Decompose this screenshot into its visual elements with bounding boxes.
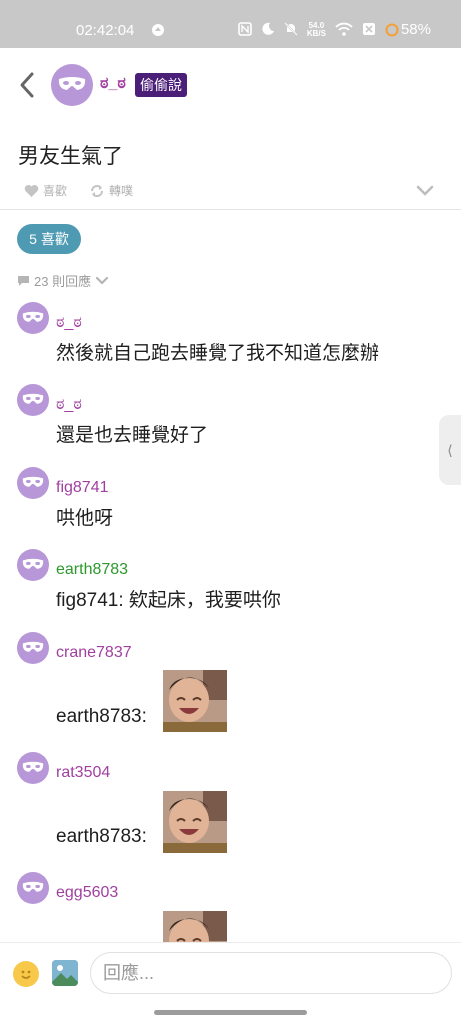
post-title: 男友生氣了: [18, 145, 123, 168]
commenter-avatar[interactable]: [17, 302, 49, 334]
reply-count-label: 23 則回應: [34, 274, 92, 289]
battery-percent: 58%: [400, 21, 431, 38]
notification-icon: [150, 22, 166, 38]
mask-icon: [22, 558, 44, 569]
comment-text: 還是也去睡覺好了: [56, 425, 209, 446]
emoji-button[interactable]: [13, 961, 39, 987]
commenter-avatar[interactable]: [17, 549, 49, 581]
wifi-icon: [335, 22, 353, 38]
battery-indicator: 58%: [385, 21, 431, 38]
laughing-sticker-image[interactable]: [163, 791, 227, 853]
likes-badge[interactable]: 5 喜歡: [17, 224, 81, 254]
commenter-name[interactable]: crane7837: [56, 644, 132, 662]
mask-icon: [22, 641, 44, 652]
replurk-label: 轉噗: [109, 184, 134, 198]
commenter-name[interactable]: egg5603: [56, 884, 118, 902]
chevron-down-icon: [416, 185, 434, 196]
post-header: ಠ_ಠ 偷偷說: [0, 48, 461, 122]
smiley-icon: [21, 970, 31, 979]
heart-icon: [24, 184, 39, 197]
commenter-avatar[interactable]: [17, 467, 49, 499]
moon-icon: [261, 22, 275, 38]
home-indicator[interactable]: [154, 1010, 307, 1015]
image-upload-button[interactable]: [52, 960, 78, 986]
mask-icon: [22, 476, 44, 487]
comment-text: fig8741: 欸起床，我要哄你: [56, 590, 281, 611]
image-icon: [52, 960, 78, 986]
status-bar: 02:42:04 54.0 KB/S 58%: [0, 0, 461, 48]
commenter-avatar[interactable]: [17, 752, 49, 784]
commenter-name[interactable]: ಠ_ಠ: [56, 396, 82, 414]
author-name[interactable]: ಠ_ಠ: [100, 75, 126, 93]
commenter-name[interactable]: fig8741: [56, 479, 109, 497]
status-indicators: 54.0 KB/S 58%: [238, 21, 431, 38]
anonymous-tag: 偷偷說: [135, 73, 187, 97]
comment-text: 然後就自己跑去睡覺了我不知道怎麼辦: [56, 343, 380, 364]
mask-icon: [22, 881, 44, 892]
commenter-name[interactable]: ಠ_ಠ: [56, 314, 82, 332]
comment-text: earth8783:: [56, 706, 147, 727]
bell-off-icon: [284, 21, 298, 38]
speed-unit: KB/S: [306, 28, 326, 38]
comment-text: earth8783:: [56, 826, 147, 847]
back-button[interactable]: [16, 70, 40, 100]
mask-icon: [22, 311, 44, 322]
commenter-name[interactable]: earth8783: [56, 561, 128, 579]
nfc-icon: [238, 21, 252, 38]
comment-icon: [18, 275, 29, 286]
repost-icon: [91, 184, 104, 197]
commenter-name[interactable]: rat3504: [56, 764, 110, 782]
mask-icon: [22, 761, 44, 772]
author-avatar[interactable]: [51, 64, 93, 106]
network-speed: 54.0 KB/S: [306, 21, 326, 38]
commenter-avatar[interactable]: [17, 384, 49, 416]
side-panel-handle[interactable]: ⟨: [439, 415, 461, 485]
mask-icon: [58, 77, 86, 90]
status-time: 02:42:04: [76, 22, 135, 39]
angle-left-icon: ⟨: [447, 441, 453, 458]
post-actions: 喜歡 轉噗: [24, 182, 155, 199]
battery-icon: [385, 23, 399, 36]
divider: [0, 209, 461, 210]
post-menu-button[interactable]: [415, 180, 435, 200]
mask-icon: [22, 393, 44, 404]
chevron-down-icon: [95, 276, 109, 285]
like-label: 喜歡: [43, 184, 68, 198]
reply-input[interactable]: [90, 952, 452, 994]
laughing-sticker-image[interactable]: [163, 670, 227, 732]
commenter-avatar[interactable]: [17, 872, 49, 904]
sim-off-icon: [362, 22, 376, 38]
commenter-avatar[interactable]: [17, 632, 49, 664]
like-button[interactable]: 喜歡: [24, 182, 67, 199]
chevron-left-icon: [20, 72, 34, 98]
comment-text: 哄他呀: [56, 508, 114, 529]
replurk-button[interactable]: 轉噗: [89, 182, 133, 199]
reply-count-toggle[interactable]: 23 則回應: [17, 271, 109, 290]
laughing-sticker-image[interactable]: [163, 911, 227, 942]
